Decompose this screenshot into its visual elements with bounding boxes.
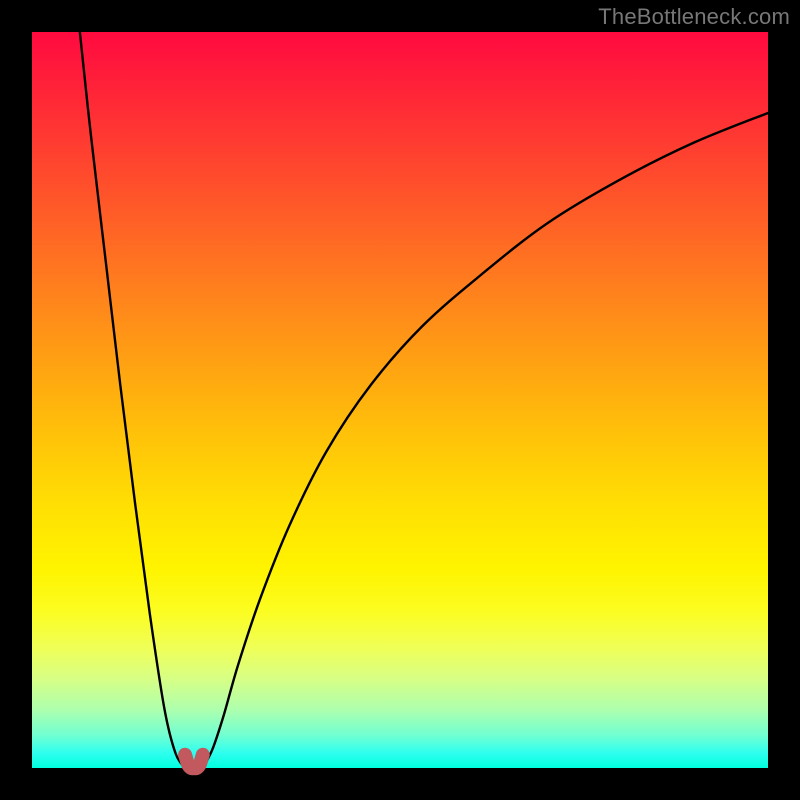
plot-svg <box>32 32 768 768</box>
valley-marker <box>185 755 203 769</box>
watermark-label: TheBottleneck.com <box>598 4 790 30</box>
right-branch-curve <box>203 113 768 768</box>
left-branch-curve <box>80 32 185 768</box>
plot-area <box>32 32 768 768</box>
chart-frame: TheBottleneck.com <box>0 0 800 800</box>
